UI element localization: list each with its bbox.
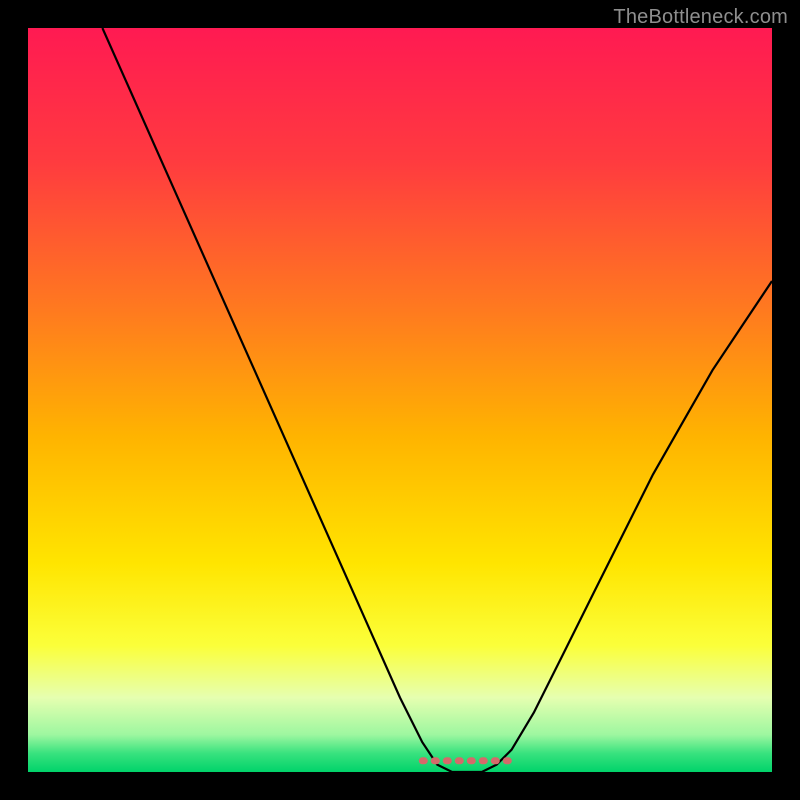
- watermark-text: TheBottleneck.com: [613, 6, 788, 29]
- bottleneck-curve: [28, 28, 772, 772]
- chart-frame: TheBottleneck.com: [0, 0, 800, 800]
- plot-area: [28, 28, 772, 772]
